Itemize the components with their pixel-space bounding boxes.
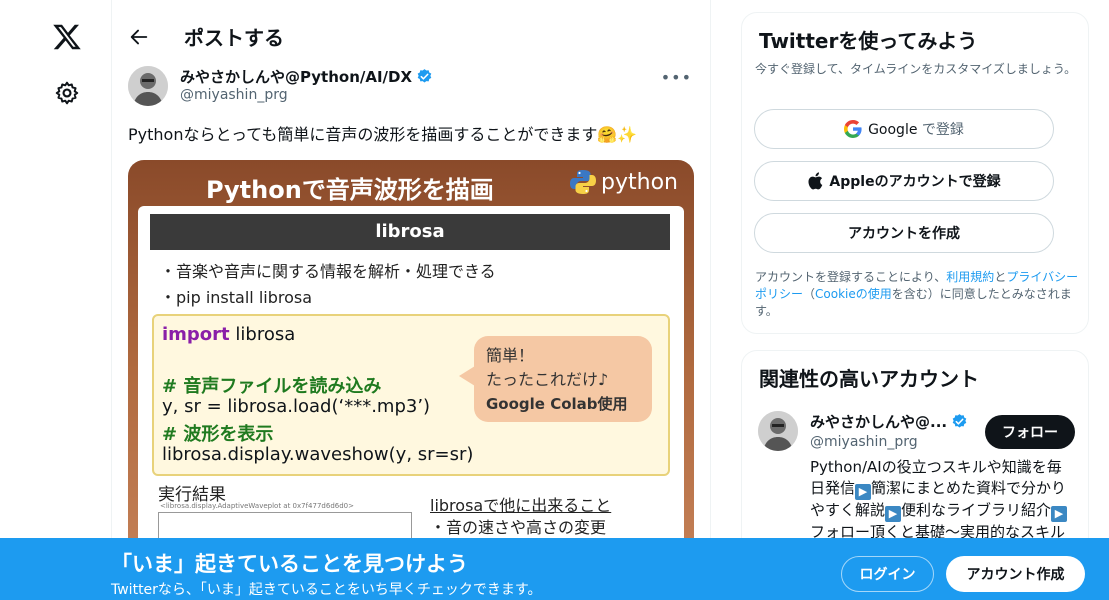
google-icon [844,120,862,138]
avatar[interactable] [758,411,798,451]
page-title: ポストする [184,26,284,50]
code-keyword: import [162,324,230,345]
python-logo-icon [570,170,597,194]
terms-text: アカウントを登録することにより、利用規約とプライバシーポリシー（Cookieの使… [755,269,1081,320]
other-item: ・音の速さや高さの変更 [430,518,607,537]
bubble-line: Google Colab使用 [486,395,628,413]
cookie-link[interactable]: Cookieの使用 [815,287,892,301]
librosa-header: librosa [150,214,670,250]
python-word: python [601,169,678,195]
login-button[interactable]: ログイン [841,556,934,592]
account-name[interactable]: みやさかしんや@... [810,411,968,432]
follow-button[interactable]: フォロー [985,415,1075,449]
banner-title: 「いま」起きていることを見つけよう [111,552,468,576]
image-title: Pythonで音声波形を描画 [206,176,494,204]
bio-text: 便利なライブラリ紹介 [901,501,1052,519]
banner-subtitle: Twitterなら、「いま」起きていることをいち早くチェックできます。 [111,582,542,598]
code-line: librosa.display.waveshow(y, sr=sr) [162,444,474,465]
terms-link[interactable]: 利用規約 [946,270,994,284]
terms-text-part: アカウントを登録することにより、 [755,270,947,284]
signup-button[interactable]: アカウント作成 [946,556,1085,592]
account-name-text: みやさかしんや@... [810,413,948,431]
result-caption: <librosa.display.AdaptiveWaveplot at 0x7… [160,502,354,510]
apple-icon [808,172,823,190]
account-handle[interactable]: @miyashin_prg [810,434,918,450]
x-logo-icon[interactable] [52,22,82,52]
play-arrow-icon: ▶ [885,506,902,522]
author-handle[interactable]: @miyashin_prg [180,87,288,103]
image-panel: librosa ・音楽や音声に関する情報を解析・処理できる ・pip insta… [138,206,684,580]
verified-badge-icon [417,69,432,83]
related-accounts-title: 関連性の高いアカウント [759,367,979,391]
bubble-tail [459,366,475,386]
code-comment: # 音声ファイルを読み込み [162,376,382,397]
play-arrow-icon: ▶ [855,484,872,500]
code-line: y, sr = librosa.load(‘***.mp3’) [162,396,431,417]
other-title: librosaで他に出来ること [430,496,612,515]
verified-badge-icon [952,414,967,428]
create-account-label: アカウントを作成 [848,226,960,242]
code-box: import librosa # 音声ファイルを読み込み y, sr = lib… [152,314,670,476]
signup-card-title: Twitterを使ってみよう [759,29,978,53]
terms-text-part: と [994,270,1007,284]
signup-card-subtitle: 今すぐ登録して、タイムラインをカスタマイズしましょう。 [755,62,1077,76]
google-signup-button[interactable]: Google で登録 [754,109,1054,149]
bullet-item: ・音楽や音声に関する情報を解析・処理できる [160,262,496,281]
terms-text-part: （ [803,287,816,301]
signup-card: Twitterを使ってみよう 今すぐ登録して、タイムラインをカスタマイズしましょ… [741,12,1089,334]
author-name-text: みやさかしんや@Python/AI/DX [180,68,413,86]
author-name[interactable]: みやさかしんや@Python/AI/DX [180,66,433,87]
bullet-item: ・pip install librosa [160,288,313,307]
code-import-rest: librosa [229,324,296,345]
bubble-line: たったこれだけ♪ [486,370,609,389]
apple-label: Appleのアカウントで登録 [829,174,1001,190]
apple-signup-button[interactable]: Appleのアカウントで登録 [754,161,1054,201]
avatar[interactable] [128,66,168,106]
python-logo: python [569,168,678,196]
gear-icon[interactable] [54,80,80,106]
code-comment: # 波形を表示 [162,424,274,445]
play-arrow-icon: ▶ [1051,506,1068,522]
post-image[interactable]: Pythonで音声波形を描画 python librosa ・音楽や音声に関する… [128,160,694,580]
speech-bubble: 簡単！ たったこれだけ♪ Google Colab使用 [474,336,652,422]
main-column: ポストする みやさかしんや@Python/AI/DX @miyashin_prg… [112,0,711,600]
account-bio: Python/AIの役立つスキルや知識を毎日発信 ▶ 簡潔にまとめた資料で分かりやす… [810,457,1074,543]
left-nav [0,0,112,600]
more-icon[interactable]: ••• [661,68,692,87]
google-label: Google で登録 [868,122,964,138]
create-account-button[interactable]: アカウントを作成 [754,213,1054,253]
back-arrow-icon[interactable] [128,26,150,48]
code-import-line: import librosa [162,324,295,345]
post-text: Pythonならとっても簡単に音声の波形を描画することができます🤗✨ [128,125,638,144]
signup-banner: 「いま」起きていることを見つけよう Twitterなら、「いま」起きていることを… [0,538,1109,600]
bubble-line: 簡単！ [486,346,535,365]
